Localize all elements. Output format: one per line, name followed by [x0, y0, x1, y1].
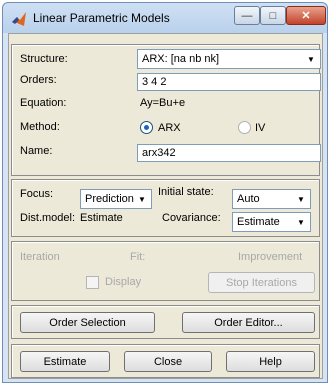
title-bar[interactable]: Linear Parametric Models — □ ✕ — [3, 3, 327, 33]
dialog-body: Structure: ARX: [na nb nk] ▼ Orders: 3 4… — [8, 33, 323, 379]
orders-input[interactable]: 3 4 2 — [137, 73, 321, 91]
focus-dropdown[interactable]: Prediction ▼ — [80, 189, 152, 209]
dist-model-value: Estimate — [80, 212, 123, 224]
iteration-panel: Iteration Fit: Improvement Display Stop … — [11, 241, 320, 301]
structure-value: ARX: [na nb nk] — [142, 53, 220, 65]
orders-label: Orders: — [20, 74, 57, 86]
order-selection-button[interactable]: Order Selection — [20, 312, 155, 333]
window-title: Linear Parametric Models — [33, 11, 170, 25]
maximize-button[interactable]: □ — [260, 6, 286, 25]
actions-panel: Estimate Close Help — [11, 344, 320, 378]
dropdown-arrow-icon: ▼ — [297, 217, 305, 227]
structure-label: Structure: — [20, 53, 68, 65]
method-iv-radio[interactable] — [238, 121, 251, 134]
focus-label: Focus: — [20, 188, 54, 200]
minimize-button[interactable]: — — [234, 6, 260, 25]
method-arx-label: ARX — [158, 122, 181, 134]
improvement-label: Improvement — [238, 251, 303, 263]
help-button[interactable]: Help — [226, 351, 315, 372]
dropdown-arrow-icon: ▼ — [297, 194, 305, 204]
name-label: Name: — [20, 145, 53, 157]
focus-value: Prediction — [85, 193, 134, 205]
initial-state-dropdown[interactable]: Auto ▼ — [232, 189, 311, 209]
method-iv-label: IV — [255, 122, 266, 134]
stop-iterations-button[interactable]: Stop Iterations — [208, 272, 315, 293]
iteration-label: Iteration — [20, 251, 60, 263]
dropdown-arrow-icon: ▼ — [138, 194, 146, 204]
covariance-dropdown[interactable]: Estimate ▼ — [232, 212, 311, 232]
dropdown-arrow-icon: ▼ — [307, 54, 315, 64]
structure-dropdown[interactable]: ARX: [na nb nk] ▼ — [137, 49, 321, 69]
display-checkbox[interactable] — [86, 276, 99, 289]
close-window-button[interactable]: ✕ — [286, 6, 326, 25]
linear-parametric-models-window: Linear Parametric Models — □ ✕ Structure… — [2, 2, 328, 383]
model-structure-panel: Structure: ARX: [na nb nk] ▼ Orders: 3 4… — [11, 44, 321, 176]
name-input[interactable]: arx342 — [137, 144, 321, 162]
covariance-value: Estimate — [237, 216, 280, 228]
equation-label: Equation: — [20, 97, 67, 109]
method-arx-radio[interactable] — [140, 121, 153, 134]
equation-value: Ay=Bu+e — [140, 97, 186, 109]
order-editor-button[interactable]: Order Editor... — [182, 312, 315, 333]
covariance-label: Covariance: — [162, 212, 221, 224]
initial-state-value: Auto — [237, 193, 260, 205]
order-panel: Order Selection Order Editor... — [11, 305, 320, 339]
initial-state-label: Initial state: — [158, 186, 214, 198]
close-button[interactable]: Close — [124, 351, 212, 372]
matlab-icon — [12, 12, 26, 26]
method-label: Method: — [20, 121, 60, 133]
estimation-options-panel: Focus: Prediction ▼ Initial state: Auto … — [11, 179, 320, 237]
fit-label: Fit: — [130, 251, 146, 263]
estimate-button[interactable]: Estimate — [20, 351, 110, 372]
dist-model-label: Dist.model: — [20, 212, 76, 224]
display-label: Display — [105, 276, 142, 288]
